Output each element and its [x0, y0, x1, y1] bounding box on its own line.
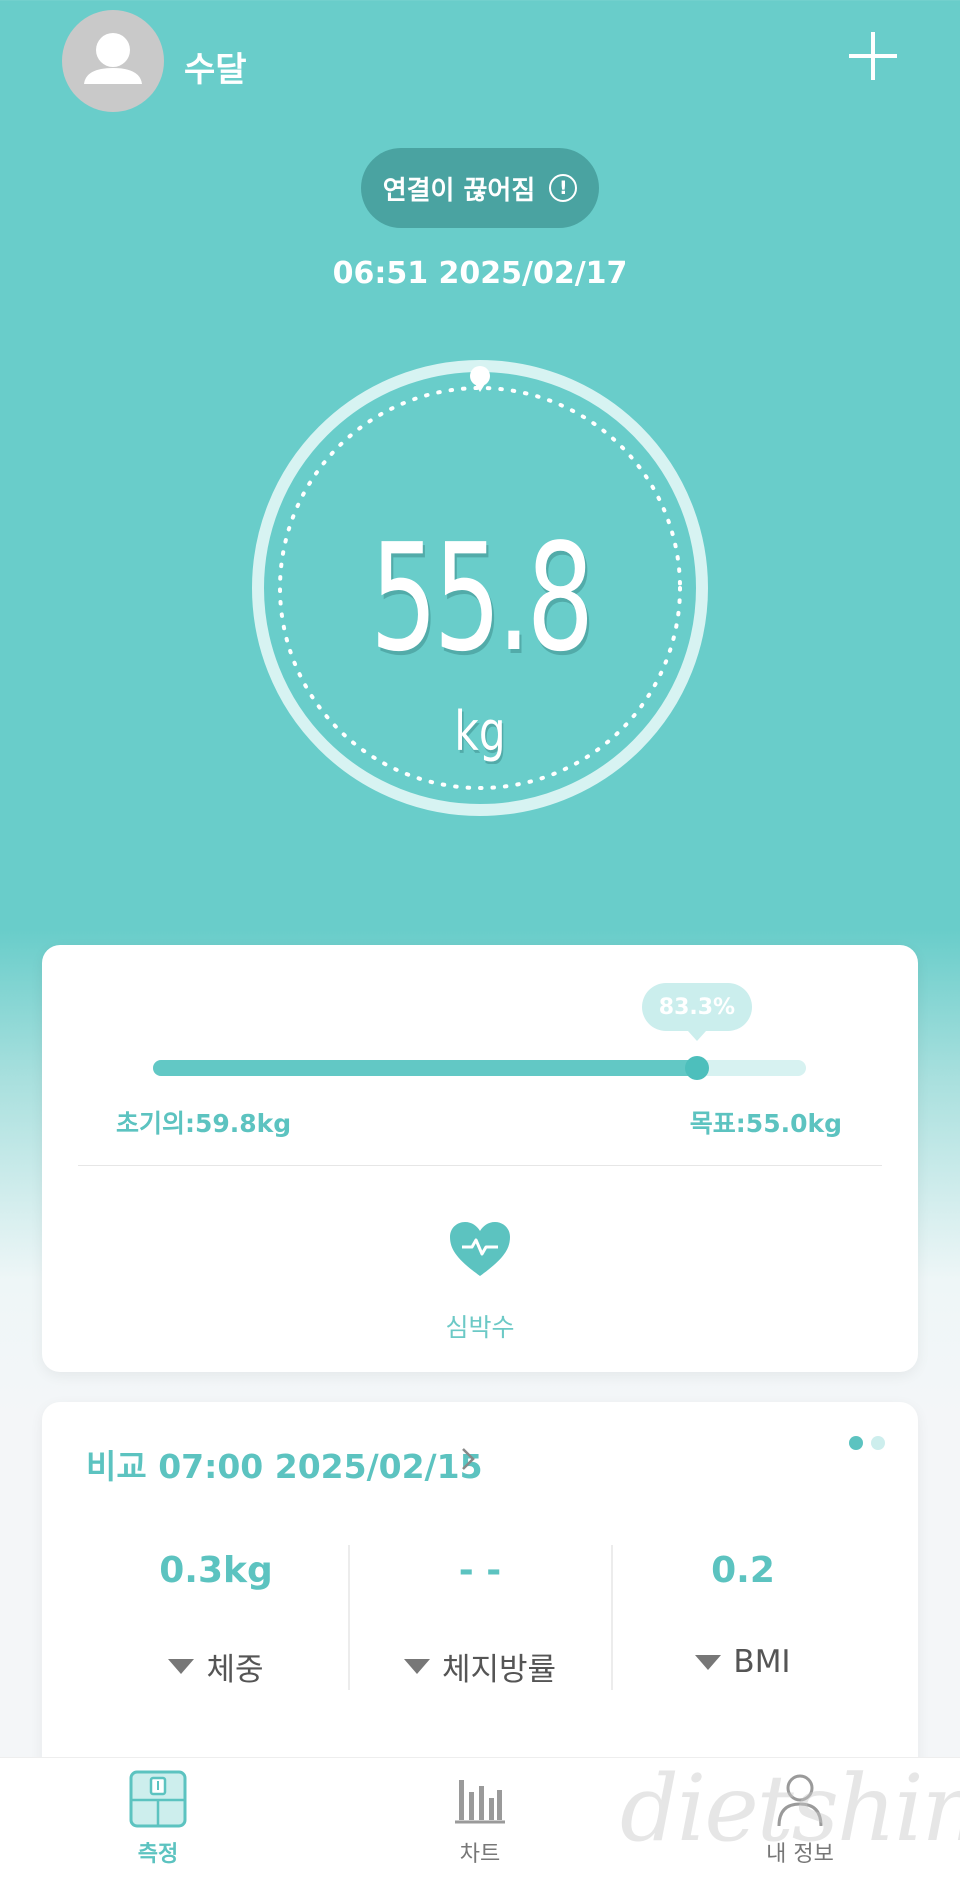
initial-weight-label: 초기의:59.8kg [116, 1109, 292, 1138]
target-weight-label: 목표:55.0kg [689, 1109, 842, 1138]
stat-label: BMI [733, 1644, 791, 1680]
gauge-indicator-dot [470, 366, 490, 386]
decrease-arrow-icon [168, 1659, 195, 1674]
body-fat-change-label: 체지방률 [350, 1644, 610, 1689]
stat-label: 체중 [206, 1652, 264, 1688]
nav-label: 측정 [137, 1842, 179, 1867]
page-indicator-dot-active [849, 1436, 863, 1450]
weight-unit: kg [454, 700, 506, 763]
connection-status-button[interactable]: 연결이 끊어짐 ! [361, 148, 599, 228]
weight-change-value: 0.3kg [159, 1550, 273, 1591]
username: 수달 [184, 50, 247, 90]
heart-rate-label[interactable]: 심박수 [0, 1308, 960, 1344]
weight-change-label: 체중 [86, 1644, 346, 1689]
watermark-logo: dietshin.com [620, 1755, 960, 1862]
bar-chart-icon [455, 1780, 505, 1824]
progress-percent-badge: 83.3% [641, 983, 752, 1041]
bmi-change-label: BMI [613, 1644, 873, 1680]
chevron-right-icon[interactable] [458, 1444, 478, 1474]
divider [78, 1165, 882, 1166]
decrease-arrow-icon [403, 1659, 430, 1674]
scale-icon [129, 1770, 187, 1828]
person-silhouette-icon [84, 33, 142, 84]
add-icon[interactable] [845, 28, 901, 84]
nav-item-measure[interactable]: 측정 [58, 1770, 258, 1868]
page-indicator-dot [871, 1436, 885, 1450]
progress-knob [684, 1056, 709, 1080]
heart-rate-icon[interactable] [448, 1220, 512, 1278]
stat-label: 체지방률 [441, 1652, 557, 1688]
decrease-arrow-icon [695, 1654, 722, 1670]
weight-value: 55.8 [370, 512, 594, 684]
nav-label: 차트 [459, 1842, 501, 1867]
progress-fill [153, 1060, 697, 1076]
nav-item-chart[interactable]: 차트 [380, 1770, 580, 1868]
measurement-datetime: 06:51 2025/02/17 [332, 256, 628, 291]
avatar[interactable] [62, 10, 164, 112]
alert-icon: ! [549, 174, 578, 202]
body-fat-change-value: - - [458, 1550, 502, 1591]
bmi-change-value: 0.2 [711, 1550, 775, 1591]
connection-status-text: 연결이 끊어짐 [382, 175, 536, 206]
comparison-title[interactable]: 비교 07:00 2025/02/15 [86, 1440, 483, 1488]
